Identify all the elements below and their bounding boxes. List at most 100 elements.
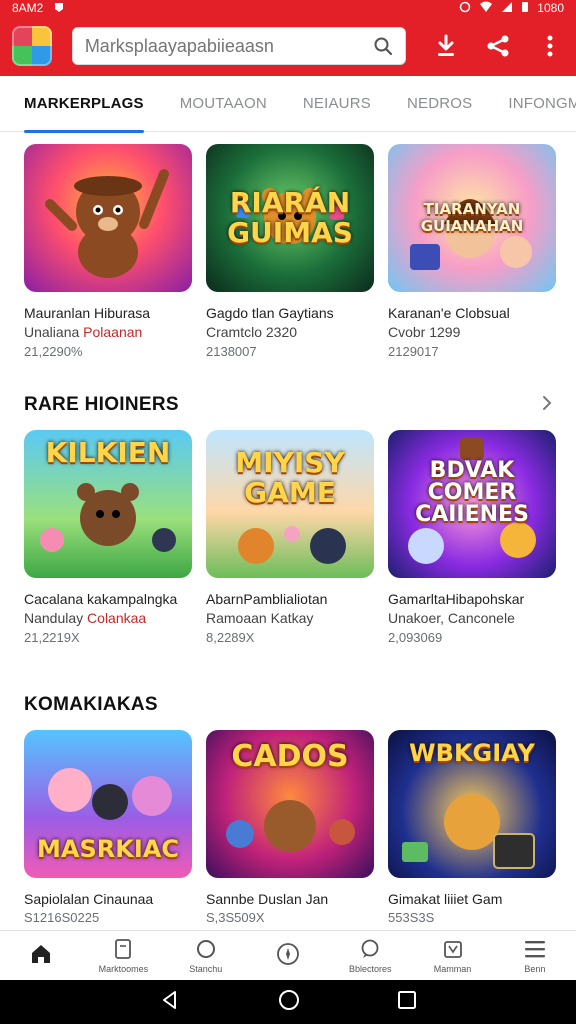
card-subtitle: Unaliana Polaanan <box>24 324 143 340</box>
card-meta: 2129017 <box>388 344 439 359</box>
card-meta: 8,2289X <box>206 630 255 645</box>
search-bar[interactable] <box>71 27 407 65</box>
chevron-right-icon[interactable] <box>538 394 556 412</box>
share-icon[interactable] <box>484 32 512 60</box>
card-title: Gimakat liiiet Gam <box>388 891 503 907</box>
game-card[interactable]: CADOS Sannbe Duslan Jan S,3S509X <box>206 730 374 928</box>
card-title: Karanan'e Clobsual <box>388 305 510 321</box>
nav-label: Marktoomes <box>98 964 149 974</box>
section-title: KOMAKIAKAS <box>24 694 158 715</box>
notification-icon <box>53 1 65 16</box>
section-title: RARE HIOINERS <box>24 394 179 415</box>
nav-item-3[interactable]: Stanchu <box>165 931 247 980</box>
game-card[interactable]: KILKIEN Cacalana kakampalngka Nandulay C… <box>24 430 192 648</box>
card-meta: 21,2219X <box>24 630 80 645</box>
tab-4[interactable]: NEDROS <box>407 76 472 132</box>
game-card[interactable]: BDVAK COMER CAIIENES GamarltaHibapohskar… <box>388 430 556 648</box>
nav-label: Bblectores <box>349 964 392 974</box>
tab-marketplace[interactable]: MARKERPLAGS <box>24 76 144 133</box>
game-card[interactable]: Mauranlan Hiburasa Unaliana Polaanan 21,… <box>24 144 192 362</box>
row-2: KILKIEN Cacalana kakampalngka Nandulay C… <box>24 430 556 648</box>
circle-icon <box>194 937 218 961</box>
more-vert-icon[interactable] <box>536 32 564 60</box>
card-title: Gagdo tlan Gaytians <box>206 305 334 321</box>
nav-label: Stanchu <box>189 964 223 974</box>
card-subtitle: Nandulay Colankaa <box>24 610 147 626</box>
game-art-title: KILKIEN <box>45 436 171 469</box>
bottom-nav: Marktoomes Stanchu Bblectores Mamman Ben… <box>0 930 576 980</box>
game-thumbnail[interactable]: MIYISY GAME <box>206 430 374 578</box>
card-title: Mauranlan Hiburasa <box>24 305 151 321</box>
game-card[interactable]: MASRKIAC Sapiolalan Cinaunaa S1216S0225 <box>24 730 192 928</box>
game-art-title: TIARANYAN GUIANAHAN <box>420 200 524 235</box>
card-subtitle: Unakoer, Canconele <box>388 610 515 626</box>
tab-3[interactable]: NEIAURS <box>303 76 371 132</box>
card-meta: 2138007 <box>206 344 257 359</box>
game-thumbnail[interactable]: BDVAK COMER CAIIENES <box>388 430 556 578</box>
card-meta: S,3S509X <box>206 910 265 925</box>
game-thumbnail[interactable]: TIARANYAN GUIANAHAN <box>388 144 556 292</box>
row-3: MASRKIAC Sapiolalan Cinaunaa S1216S0225 … <box>24 730 556 928</box>
game-thumbnail[interactable]: KILKIEN <box>24 430 192 578</box>
card-title: AbarnPamblialiotan <box>206 591 328 607</box>
card-title: Sannbe Duslan Jan <box>206 891 329 907</box>
status-bar: 8AM2 1080 <box>0 0 576 16</box>
card-subtitle: Ramoaan Katkay <box>206 610 314 626</box>
nav-item-2[interactable]: Marktoomes <box>82 931 164 980</box>
game-thumbnail[interactable]: CADOS <box>206 730 374 878</box>
card-subtitle: Cvobr 1299 <box>388 324 461 340</box>
system-navigation-bar <box>0 980 576 1024</box>
status-time: 8AM2 <box>12 1 44 15</box>
signal-icon <box>501 1 513 16</box>
back-icon[interactable] <box>159 989 181 1016</box>
card-title: Cacalana kakampalngka <box>24 591 178 607</box>
main-content: Mauranlan Hiburasa Unaliana Polaanan 21,… <box>0 132 576 930</box>
search-icon[interactable] <box>373 36 393 56</box>
nav-home[interactable] <box>0 931 82 980</box>
nav-item-6[interactable]: Mamman <box>411 931 493 980</box>
shopping-icon <box>441 937 465 961</box>
alarm-icon <box>459 1 471 16</box>
game-thumbnail[interactable]: RIARÁN GUIMAS <box>206 144 374 292</box>
tab-5[interactable]: INFONGMS <box>508 76 576 132</box>
card-meta: S1216S0225 <box>24 910 100 925</box>
game-art-title: MIYISY GAME <box>235 446 345 509</box>
game-card[interactable]: MIYISY GAME AbarnPamblialiotan Ramoaan K… <box>206 430 374 648</box>
search-input[interactable] <box>84 35 374 57</box>
game-art-title: RIARÁN GUIMAS <box>227 186 353 249</box>
game-card[interactable]: WBKGIAY Gimakat liiiet Gam 553S3S <box>388 730 556 928</box>
game-art-title: CADOS <box>231 739 349 774</box>
game-thumbnail[interactable]: WBKGIAY <box>388 730 556 878</box>
nav-item-7[interactable]: Benn <box>494 931 576 980</box>
game-thumbnail[interactable]: MASRKIAC <box>24 730 192 878</box>
nav-label: Benn <box>524 964 546 974</box>
card-meta: 553S3S <box>388 910 435 925</box>
tab-2[interactable]: MOUTAAON <box>180 76 267 132</box>
game-art-title: BDVAK COMER CAIIENES <box>415 458 529 527</box>
card-title: Sapiolalan Cinaunaa <box>24 891 154 907</box>
chat-icon <box>358 937 382 961</box>
bear-illustration <box>45 169 169 278</box>
card-meta: 2,093069 <box>388 630 443 645</box>
tab-bar: MARKERPLAGS MOUTAAON NEIAURS NEDROS INFO… <box>0 76 576 133</box>
menu-icon <box>523 937 547 961</box>
wifi-icon <box>479 1 493 16</box>
row-1: Mauranlan Hiburasa Unaliana Polaanan 21,… <box>24 144 556 362</box>
card-subtitle: Cramtclo 2320 <box>206 324 298 340</box>
recents-icon[interactable] <box>397 990 417 1015</box>
status-battery-text: 1080 <box>537 1 564 15</box>
game-thumbnail[interactable] <box>24 144 192 292</box>
document-icon <box>111 937 135 961</box>
app-bar <box>0 16 576 76</box>
game-art-title: WBKGIAY <box>409 739 535 767</box>
card-title: GamarltaHibapohskar <box>388 591 525 607</box>
nav-item-5[interactable]: Bblectores <box>329 931 411 980</box>
game-card[interactable]: RIARÁN GUIMAS Gagdo tlan Gaytians Cramtc… <box>206 144 374 362</box>
nav-item-4[interactable] <box>247 931 329 980</box>
card-meta: 21,2290% <box>24 344 83 359</box>
home-circle-icon[interactable] <box>278 989 300 1016</box>
app-logo[interactable] <box>12 26 52 66</box>
download-icon[interactable] <box>432 32 460 60</box>
game-card[interactable]: TIARANYAN GUIANAHAN Karanan'e Clobsual C… <box>388 144 556 362</box>
compass-icon <box>276 942 300 966</box>
